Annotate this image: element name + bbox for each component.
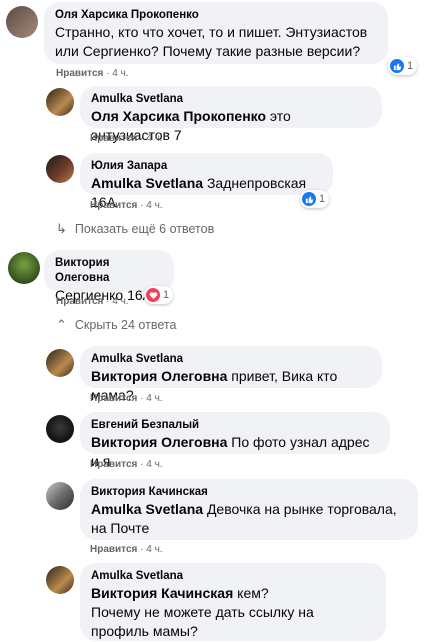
timestamp[interactable]: 4 ч.: [146, 459, 162, 470]
like-button[interactable]: Нравится: [90, 200, 137, 211]
reaction-badge[interactable]: 1: [144, 286, 174, 304]
like-button[interactable]: Нравится: [90, 459, 137, 470]
comment-bubble: Amulka Svetlana Оля Харсика Прокопенко э…: [80, 86, 382, 143]
comment-author[interactable]: Юлия Запара: [91, 159, 322, 174]
comment-bubble: Юлия Запара Amulka Svetlana Заднепровска…: [80, 153, 333, 210]
timestamp[interactable]: 4 ч.: [146, 544, 162, 555]
comment-author[interactable]: Amulka Svetlana: [91, 352, 371, 367]
timestamp[interactable]: 4 ч.: [146, 200, 162, 211]
comment-meta: Нравится · 4 ч.: [90, 393, 163, 404]
comment-meta: Нравится · 4 ч.: [90, 459, 163, 470]
comment-author[interactable]: Amulka Svetlana: [91, 92, 371, 107]
avatar[interactable]: [46, 482, 74, 510]
reaction-count: 1: [163, 289, 170, 301]
comment-meta: Нравится · 4 ч.: [90, 200, 163, 211]
heart-icon: [146, 288, 160, 302]
mention-link[interactable]: Виктория Олеговна: [91, 434, 227, 450]
show-more-replies-button[interactable]: ↳ Показать ещё 6 ответов: [56, 221, 214, 237]
like-button[interactable]: Нравится: [90, 544, 137, 555]
comment-bubble: Виктория Качинская Amulka Svetlana Девоч…: [80, 479, 418, 540]
reaction-badge[interactable]: 1: [388, 57, 418, 75]
hide-replies-button[interactable]: ⌃ Скрыть 24 ответа: [56, 317, 176, 333]
avatar[interactable]: [8, 252, 40, 284]
avatar[interactable]: [46, 415, 74, 443]
comment-author[interactable]: Amulka Svetlana: [91, 569, 375, 584]
comment-bubble: Евгений Безпалый Виктория Олеговна По фо…: [80, 412, 390, 469]
comment-author[interactable]: Виктория Олеговна: [55, 256, 163, 286]
like-icon: [302, 192, 316, 206]
avatar[interactable]: [46, 566, 74, 594]
mention-link[interactable]: Оля Харсика Прокопенко: [91, 108, 266, 124]
mention-link[interactable]: Amulka Svetlana: [91, 175, 203, 191]
comment-meta: Нравится · 4 ч.: [90, 544, 163, 555]
mention-link[interactable]: Виктория Качинская: [91, 585, 233, 601]
timestamp[interactable]: 4 ч.: [112, 68, 128, 79]
like-button[interactable]: Нравится: [56, 296, 103, 307]
comment-author[interactable]: Виктория Качинская: [91, 485, 407, 500]
hide-replies-label: Скрыть 24 ответа: [74, 318, 177, 332]
mention-link[interactable]: Amulka Svetlana: [91, 501, 203, 517]
avatar[interactable]: [46, 155, 74, 183]
comment-author[interactable]: Евгений Безпалый: [91, 418, 379, 433]
timestamp[interactable]: 4 ч.: [146, 133, 162, 144]
comment-meta: Нравится · 4 ч.: [56, 68, 129, 79]
reaction-count: 1: [319, 193, 326, 205]
reaction-count: 1: [407, 60, 414, 72]
comment-meta: Нравится · 4 ч.: [90, 133, 163, 144]
reply-arrow-icon: ↳: [56, 221, 67, 236]
avatar[interactable]: [46, 88, 74, 116]
avatar[interactable]: [6, 6, 38, 38]
comment-bubble: Amulka Svetlana Виктория Олеговна привет…: [80, 346, 382, 403]
comment-bubble: Amulka Svetlana Виктория Качинская кем? …: [80, 563, 386, 641]
comment-author[interactable]: Оля Харсика Прокопенко: [55, 8, 377, 23]
like-button[interactable]: Нравится: [56, 68, 103, 79]
chevron-up-icon: ⌃: [56, 317, 67, 332]
timestamp[interactable]: 4 ч.: [112, 296, 128, 307]
avatar[interactable]: [46, 349, 74, 377]
like-button[interactable]: Нравится: [90, 133, 137, 144]
comment-text: Странно, кто что хочет, то и пишет. Энту…: [55, 24, 368, 59]
reaction-badge[interactable]: 1: [300, 190, 330, 208]
like-button[interactable]: Нравится: [90, 393, 137, 404]
show-more-replies-label: Показать ещё 6 ответов: [74, 222, 215, 236]
mention-link[interactable]: Виктория Олеговна: [91, 368, 227, 384]
like-icon: [390, 59, 404, 73]
comment-meta: Нравится · 4 ч.: [56, 296, 129, 307]
timestamp[interactable]: 4 ч.: [146, 393, 162, 404]
comment-bubble: Оля Харсика Прокопенко Странно, кто что …: [44, 2, 388, 64]
